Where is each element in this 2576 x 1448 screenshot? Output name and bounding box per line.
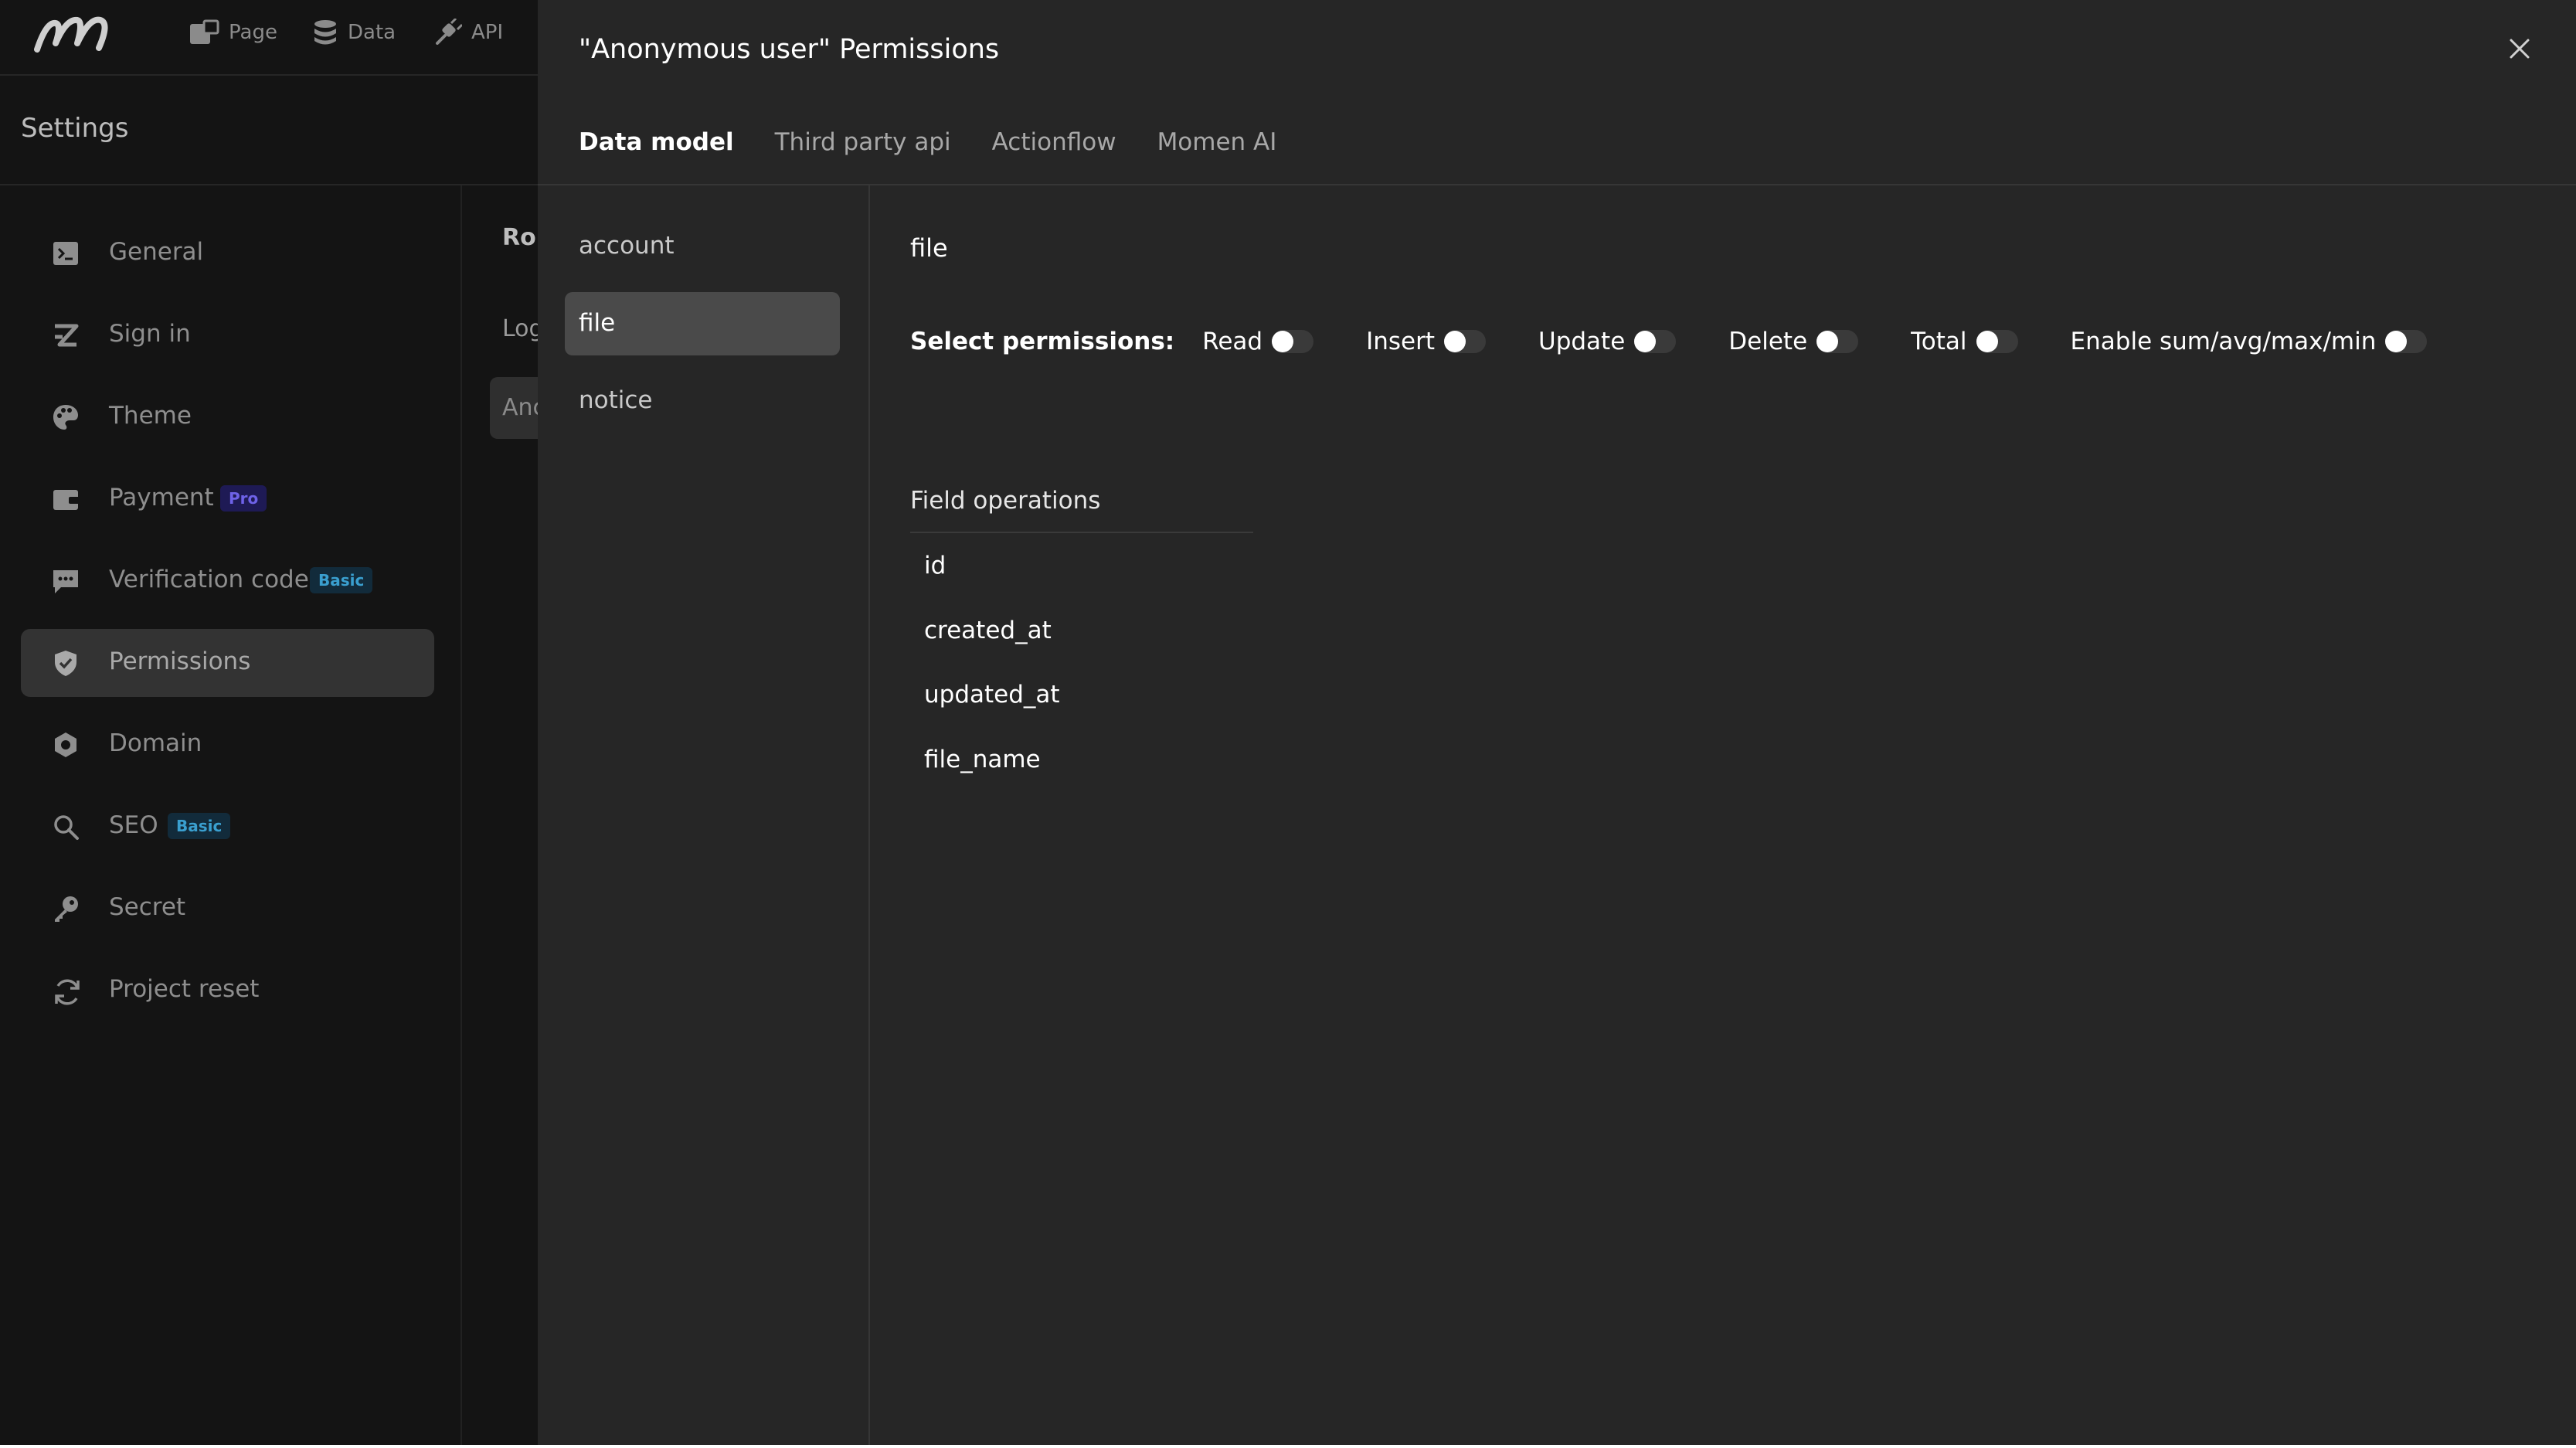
sidebar-item-label: Payment xyxy=(109,484,214,512)
sidebar-item-label: Theme xyxy=(109,402,192,430)
aggregate-toggle[interactable] xyxy=(2385,330,2428,353)
update-toggle[interactable] xyxy=(1634,330,1677,353)
nav-page-label: Page xyxy=(229,21,277,44)
table-item-label: account xyxy=(579,232,675,260)
basic-badge: Basic xyxy=(168,813,231,839)
palette-icon xyxy=(52,403,80,431)
nav-data-label: Data xyxy=(348,21,396,44)
permission-label: Enable sum/avg/max/min xyxy=(2070,328,2377,355)
table-item-label: notice xyxy=(579,386,653,414)
table-item-file[interactable]: file xyxy=(565,292,840,355)
message-icon xyxy=(52,567,80,595)
sidebar-item-label: Sign in xyxy=(109,320,191,348)
sign-in-icon xyxy=(52,321,80,349)
nav-api-label: API xyxy=(471,21,504,44)
sidebar-item-secret[interactable]: Secret xyxy=(21,875,434,943)
momen-logo-icon[interactable] xyxy=(32,9,119,59)
table-item-account[interactable]: account xyxy=(565,215,840,278)
sidebar-item-seo[interactable]: SEO Basic xyxy=(21,793,434,861)
settings-header: Settings xyxy=(0,76,541,185)
nav-api[interactable]: API xyxy=(434,17,503,48)
search-icon xyxy=(52,813,80,841)
insert-toggle[interactable] xyxy=(1444,330,1486,353)
permission-insert: Insert xyxy=(1366,328,1486,355)
pro-badge: Pro xyxy=(220,485,267,512)
divider xyxy=(910,532,1253,533)
permission-label: Total xyxy=(1911,328,1967,355)
permission-label: Read xyxy=(1202,328,1263,355)
tab-third-party-api[interactable]: Third party api xyxy=(775,128,951,156)
selected-table-title: file xyxy=(910,233,948,263)
api-plug-icon xyxy=(434,19,462,46)
shield-icon xyxy=(52,649,80,677)
field-item[interactable]: id xyxy=(924,552,946,580)
table-item-label: file xyxy=(579,309,616,337)
database-icon xyxy=(312,19,338,46)
roles-panel: Rol Log Anc xyxy=(462,185,583,1445)
nav-page[interactable]: Page xyxy=(189,17,277,48)
permission-total: Total xyxy=(1911,328,2018,355)
permission-label: Update xyxy=(1538,328,1626,355)
top-bar: Page Data API xyxy=(0,0,541,76)
permissions-row: Select permissions: Read Insert Update D… xyxy=(910,325,2479,359)
page-icon xyxy=(189,19,219,46)
permissions-content: file Select permissions: Read Insert Upd… xyxy=(870,185,2576,1445)
key-icon xyxy=(52,895,80,923)
permission-update: Update xyxy=(1538,328,1677,355)
modal-tabs: Data model Third party api Actionflow Mo… xyxy=(579,128,1276,156)
basic-badge: Basic xyxy=(310,567,373,593)
domain-icon xyxy=(52,731,80,759)
sidebar-item-label: Verification code xyxy=(109,566,309,593)
sidebar-item-permissions[interactable]: Permissions xyxy=(21,629,434,697)
field-item[interactable]: file_name xyxy=(924,746,1041,773)
sidebar-item-label: General xyxy=(109,238,204,266)
permissions-label: Select permissions: xyxy=(910,328,1175,355)
sidebar-item-general[interactable]: General xyxy=(21,219,434,287)
permission-label: Insert xyxy=(1366,328,1435,355)
sidebar-item-domain[interactable]: Domain xyxy=(21,711,434,779)
field-item[interactable]: created_at xyxy=(924,617,1052,644)
sidebar-item-verification-code[interactable]: Verification code Basic xyxy=(21,547,434,615)
permission-label: Delete xyxy=(1728,328,1808,355)
read-toggle[interactable] xyxy=(1272,330,1314,353)
delete-toggle[interactable] xyxy=(1816,330,1859,353)
sidebar-item-label: SEO xyxy=(109,811,158,839)
tab-momen-ai[interactable]: Momen AI xyxy=(1157,128,1277,156)
refresh-icon xyxy=(52,977,80,1005)
field-operations-title: Field operations xyxy=(910,487,1101,515)
tab-actionflow[interactable]: Actionflow xyxy=(992,128,1116,156)
sidebar-item-payment[interactable]: Payment Pro xyxy=(21,465,434,533)
table-list: account file notice xyxy=(538,185,870,1445)
app-window: Page Data API Settings General Sign in T… xyxy=(0,0,2576,1445)
sidebar-item-label: Domain xyxy=(109,729,202,757)
modal-title: "Anonymous user" Permissions xyxy=(579,34,1000,65)
sidebar-item-label: Project reset xyxy=(109,975,260,1003)
sidebar-item-project-reset[interactable]: Project reset xyxy=(21,957,434,1025)
sidebar-item-label: Permissions xyxy=(109,648,251,675)
tab-data-model[interactable]: Data model xyxy=(579,128,734,156)
field-item[interactable]: updated_at xyxy=(924,681,1060,709)
wallet-icon xyxy=(52,485,80,513)
close-icon[interactable] xyxy=(2500,29,2539,68)
total-toggle[interactable] xyxy=(1976,330,2018,353)
permission-read: Read xyxy=(1202,328,1314,355)
sidebar-item-label: Secret xyxy=(109,893,186,921)
nav-data[interactable]: Data xyxy=(312,17,396,48)
settings-title: Settings xyxy=(21,113,129,144)
settings-sidebar: General Sign in Theme Payment Pro Verifi… xyxy=(0,185,462,1445)
permissions-modal: "Anonymous user" Permissions Data model … xyxy=(538,0,2576,1445)
sidebar-item-sign-in[interactable]: Sign in xyxy=(21,301,434,369)
permission-aggregate: Enable sum/avg/max/min xyxy=(2071,328,2428,355)
terminal-icon xyxy=(52,240,80,267)
sidebar-item-theme[interactable]: Theme xyxy=(21,383,434,451)
permission-delete: Delete xyxy=(1728,328,1859,355)
table-item-notice[interactable]: notice xyxy=(565,369,840,433)
